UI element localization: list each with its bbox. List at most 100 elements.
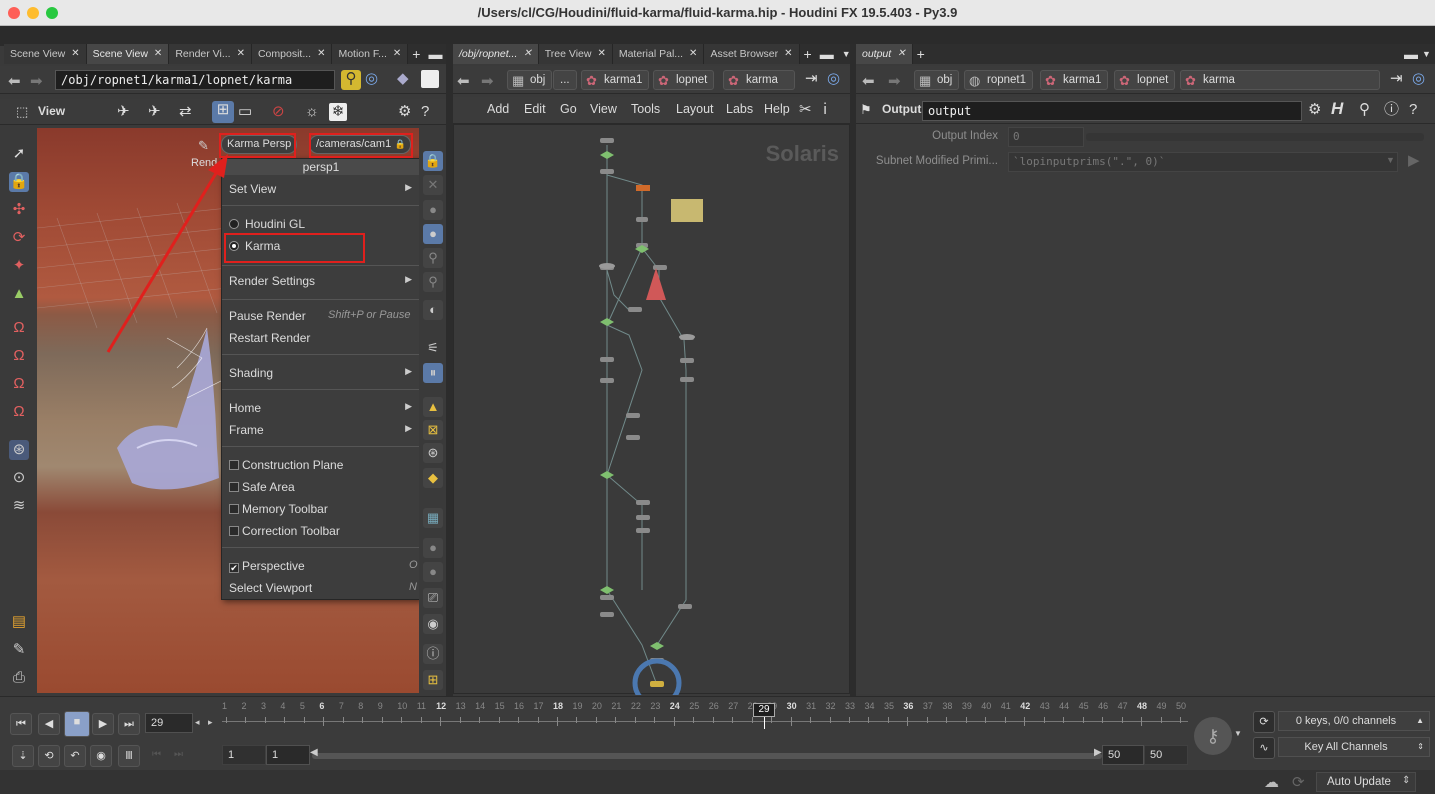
- back-arrow-icon[interactable]: ⬅: [457, 72, 470, 90]
- crumb-karma1[interactable]: ✿ karma1: [1040, 70, 1109, 90]
- link-icon[interactable]: ◎: [827, 70, 840, 88]
- range-start-field[interactable]: 1: [266, 745, 310, 765]
- audio-scrub-button[interactable]: ◉: [90, 745, 112, 767]
- tab-tree-view[interactable]: Tree View ✕: [538, 44, 613, 64]
- tab-material-palette[interactable]: Material Pal... ✕: [612, 44, 705, 64]
- brain-icon[interactable]: ☁: [1264, 773, 1279, 791]
- tumble-icon[interactable]: ✈: [117, 103, 130, 121]
- prev-key-icon[interactable]: ⏮: [152, 749, 161, 760]
- menu-item-shading[interactable]: Shading ▶: [229, 366, 417, 380]
- bulb-off-icon[interactable]: ⚲: [423, 272, 443, 292]
- updown-arrow-icon[interactable]: ⇕: [1402, 775, 1410, 786]
- link-icon[interactable]: ◎: [365, 70, 378, 88]
- search-icon[interactable]: ⚲: [1359, 101, 1370, 119]
- crumb-lopnet[interactable]: ✿ lopnet: [1114, 70, 1176, 90]
- tab-motion-fx[interactable]: Motion F... ✕: [332, 44, 409, 64]
- stack-icon[interactable]: ≋: [9, 496, 29, 516]
- crumb-obj[interactable]: ▦ obj: [507, 70, 553, 90]
- display-icon[interactable]: ▭: [238, 103, 252, 121]
- help-icon[interactable]: ?: [1409, 101, 1417, 119]
- lock-icon[interactable]: 🔒: [9, 172, 29, 192]
- close-icon[interactable]: ✕: [237, 44, 245, 64]
- realtime-toggle-button[interactable]: ⇣: [12, 745, 34, 767]
- rotate-handle-icon[interactable]: ⟳: [9, 228, 29, 248]
- hscript-icon[interactable]: H: [1331, 100, 1343, 118]
- close-icon[interactable]: ✕: [423, 175, 443, 195]
- tab-compositor[interactable]: Composit... ✕: [251, 44, 333, 64]
- lock-icon[interactable]: 🔒: [423, 151, 443, 171]
- node-name-field[interactable]: output: [922, 101, 1302, 121]
- menu-item-safe-area[interactable]: Safe Area: [229, 480, 295, 494]
- crumb-karma[interactable]: ✿ karma: [723, 70, 795, 90]
- pane-divider[interactable]: [446, 44, 453, 696]
- tab-asset-browser[interactable]: Asset Browser ✕: [704, 44, 800, 64]
- diamond-icon[interactable]: ◆: [423, 468, 443, 488]
- curve-icon[interactable]: ∿: [1253, 737, 1275, 759]
- tab-scene-view-2[interactable]: Scene View ✕: [86, 44, 170, 64]
- close-icon[interactable]: ✕: [689, 44, 697, 64]
- output-index-slider[interactable]: [1086, 133, 1424, 141]
- menu-help[interactable]: Help: [764, 102, 790, 116]
- snap-icon[interactable]: ⊛: [9, 440, 29, 460]
- shading-icon[interactable]: ◐: [423, 300, 443, 320]
- select-arrow-icon[interactable]: ➚: [9, 144, 29, 164]
- auto-update-menu[interactable]: Auto Update: [1316, 772, 1416, 792]
- dropdown-arrow-icon[interactable]: ▼: [1386, 155, 1395, 165]
- pane-menu-icon[interactable]: ▼: [1418, 44, 1435, 64]
- grid-snap-icon[interactable]: ⊙: [9, 468, 29, 488]
- forward-arrow-icon[interactable]: ➡: [888, 72, 901, 90]
- back-arrow-icon[interactable]: ⬅: [862, 72, 875, 90]
- menu-labs[interactable]: Labs: [726, 102, 753, 116]
- move-handle-icon[interactable]: ✣: [9, 200, 29, 220]
- tab-network[interactable]: /obj/ropnet... ✕: [453, 44, 539, 64]
- menu-go[interactable]: Go: [560, 102, 577, 116]
- ruler-icon[interactable]: ▤: [9, 612, 29, 632]
- menu-item-houdini-gl[interactable]: Houdini GL: [229, 217, 305, 231]
- notes-icon[interactable]: ✎: [9, 640, 29, 660]
- range-left-handle-icon[interactable]: ◀: [310, 747, 318, 758]
- close-icon[interactable]: ✕: [523, 44, 531, 64]
- bg-icon[interactable]: ▦: [423, 508, 443, 528]
- info-icon[interactable]: ⓘ: [1384, 101, 1399, 119]
- camera-icon[interactable]: ⊛: [423, 443, 443, 463]
- bulb-icon[interactable]: ⚲: [423, 248, 443, 268]
- start-frame-field[interactable]: 1: [222, 745, 266, 765]
- menu-item-correction-toolbar[interactable]: Correction Toolbar: [229, 524, 340, 538]
- scale-handle-icon[interactable]: ✦: [9, 256, 29, 276]
- menu-item-home[interactable]: Home ▶: [229, 401, 417, 415]
- menu-item-select-viewport[interactable]: Select Viewport N: [229, 581, 417, 595]
- info-menu-icon[interactable]: ⅰ: [823, 101, 827, 119]
- close-icon[interactable]: ✕: [317, 44, 325, 64]
- output-index-field[interactable]: 0: [1008, 127, 1084, 147]
- pause-icon[interactable]: ⏸: [423, 363, 443, 383]
- back-arrow-icon[interactable]: ⬅: [8, 72, 21, 90]
- range-end-field[interactable]: 50: [1102, 745, 1144, 765]
- menu-item-render-settings[interactable]: Render Settings ▶: [229, 274, 417, 288]
- key-all-channels-menu[interactable]: Key All Channels ⇕: [1278, 737, 1430, 757]
- range-slider-track[interactable]: [312, 753, 1102, 759]
- crumb-karma[interactable]: ✿ karma: [1180, 70, 1380, 90]
- tab-output[interactable]: output ✕: [856, 44, 913, 64]
- close-icon[interactable]: ✕: [71, 44, 79, 64]
- magnet-icon-1[interactable]: Ω: [9, 318, 29, 338]
- crumb-karma1[interactable]: ✿ karma1: [581, 70, 650, 90]
- link-icon[interactable]: ◎: [1412, 70, 1425, 88]
- play-arrow-icon[interactable]: ▶: [1408, 151, 1420, 169]
- add-tab-icon[interactable]: +: [408, 44, 424, 64]
- forward-arrow-icon[interactable]: ➡: [481, 72, 494, 90]
- menu-item-set-view[interactable]: Set View ▶: [229, 182, 417, 196]
- close-icon[interactable]: ✕: [897, 44, 905, 64]
- fps-button[interactable]: Ⅲ: [118, 745, 140, 767]
- printer-icon[interactable]: ⎙: [9, 668, 29, 688]
- next-key-icon[interactable]: ⏭: [174, 749, 183, 760]
- no-entry-icon[interactable]: ⊘: [272, 103, 285, 121]
- menu-tools[interactable]: Tools: [631, 102, 660, 116]
- crumb-lopnet[interactable]: ✿ lopnet: [653, 70, 715, 90]
- dot-icon[interactable]: ●: [423, 538, 443, 558]
- pin-icon[interactable]: ⇥: [805, 70, 818, 88]
- key-icon[interactable]: ⚷: [1194, 717, 1232, 755]
- menu-item-memory-toolbar[interactable]: Memory Toolbar: [229, 502, 328, 516]
- mask-icon[interactable]: ⚟: [423, 338, 443, 358]
- light-icon[interactable]: ☼: [305, 103, 319, 121]
- pin-icon[interactable]: ⚲: [341, 70, 361, 90]
